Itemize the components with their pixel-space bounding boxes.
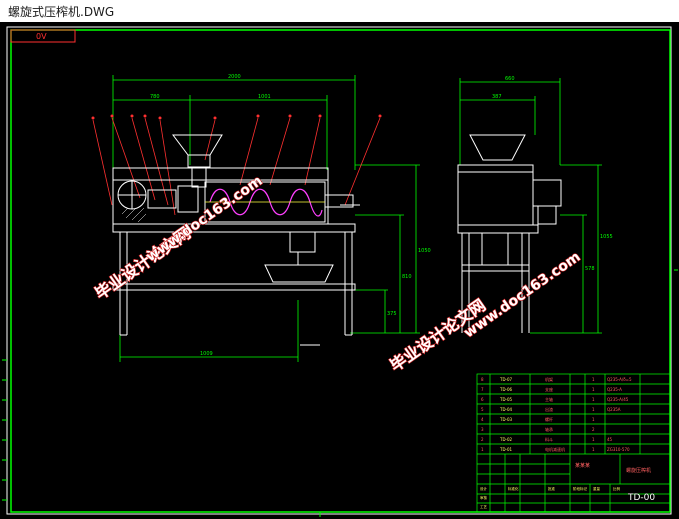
svg-text:阶段标记: 阶段标记: [573, 486, 587, 491]
svg-text:8: 8: [481, 377, 484, 382]
svg-text:出渣: 出渣: [545, 406, 553, 412]
cad-drawing: 0V 2000 780 1001 1009 1050 810 375 660 3…: [2, 26, 678, 517]
drawing-number: TD-00: [627, 493, 655, 503]
dim-left: 780: [150, 94, 160, 100]
svg-text:批准: 批准: [548, 486, 556, 491]
svg-text:料斗: 料斗: [545, 436, 553, 442]
window-title: 螺旋式压榨机.DWG: [8, 5, 115, 19]
svg-text:1: 1: [592, 447, 595, 452]
dim-h3: 375: [387, 311, 397, 317]
svg-text:45: 45: [607, 437, 613, 442]
left-edge-marks: [2, 269, 678, 517]
side-dim-h2: 578: [585, 266, 595, 272]
dim-bottom: 1009: [200, 351, 213, 357]
title-bar: 螺旋式压榨机.DWG: [0, 0, 679, 23]
svg-text:TD-06: TD-06: [499, 387, 513, 392]
svg-text:TD-04: TD-04: [499, 407, 513, 412]
svg-text:6: 6: [481, 397, 484, 402]
svg-text:2: 2: [592, 427, 595, 432]
front-view: 2000 780 1001 1009 1050 810 375: [91, 74, 431, 362]
outer-frame: [6, 26, 672, 515]
svg-text:4: 4: [481, 417, 484, 422]
side-dim-h1: 1055: [600, 234, 613, 240]
svg-text:Q235-A/45: Q235-A/45: [607, 397, 629, 402]
svg-text:TD-05: TD-05: [499, 397, 513, 402]
svg-text:ZG310-570: ZG310-570: [607, 447, 630, 452]
svg-text:设计: 设计: [480, 486, 488, 491]
svg-text:轴承: 轴承: [545, 426, 553, 432]
title-block: 8 TD-07 机架 1 Q235-A/δ=5 7 TD-06 支座 1 Q235-A 6 TD-…: [476, 373, 671, 513]
svg-text:1: 1: [592, 437, 595, 442]
drawing-frame: [10, 29, 671, 513]
svg-text:1: 1: [592, 377, 595, 382]
svg-text:3: 3: [481, 427, 484, 432]
svg-text:TD-07: TD-07: [499, 377, 513, 382]
svg-text:Q235A: Q235A: [607, 407, 621, 412]
svg-text:支座: 支座: [545, 386, 553, 392]
svg-text:1: 1: [592, 387, 595, 392]
svg-text:1: 1: [592, 407, 595, 412]
svg-text:1: 1: [592, 397, 595, 402]
svg-text:主轴: 主轴: [545, 396, 553, 402]
svg-text:Q235-A/δ=5: Q235-A/δ=5: [607, 377, 632, 382]
company-cell: 某某某: [575, 463, 590, 469]
svg-text:机架: 机架: [545, 376, 553, 382]
svg-text:螺杆: 螺杆: [545, 416, 553, 422]
svg-text:工艺: 工艺: [480, 504, 488, 509]
svg-text:标准化: 标准化: [508, 486, 519, 491]
corner-tag: 0V: [36, 32, 47, 41]
dim-h1: 1050: [418, 248, 431, 254]
side-dim-top: 387: [492, 94, 502, 100]
dim-overall: 2000: [228, 74, 241, 80]
svg-text:审核: 审核: [480, 495, 488, 500]
svg-text:TD-03: TD-03: [499, 417, 513, 422]
svg-text:TD-02: TD-02: [499, 437, 513, 442]
dim-mid: 1001: [258, 94, 271, 100]
svg-text:Q235-A: Q235-A: [607, 387, 622, 392]
svg-text:7: 7: [481, 387, 484, 392]
name-cell: 螺旋压榨机: [626, 467, 651, 474]
svg-text:1: 1: [592, 417, 595, 422]
svg-text:5: 5: [481, 407, 484, 412]
svg-text:1: 1: [481, 447, 484, 452]
drawing-canvas[interactable]: 0V 2000 780 1001 1009 1050 810 375 660 3…: [0, 22, 679, 519]
svg-text:比例: 比例: [613, 486, 621, 491]
side-dim-overall: 660: [505, 76, 515, 82]
svg-text:电机减速机: 电机减速机: [545, 446, 565, 452]
svg-text:重量: 重量: [593, 486, 601, 491]
svg-text:2: 2: [481, 437, 484, 442]
svg-text:TD-01: TD-01: [499, 447, 513, 452]
dim-h2: 810: [402, 274, 412, 280]
